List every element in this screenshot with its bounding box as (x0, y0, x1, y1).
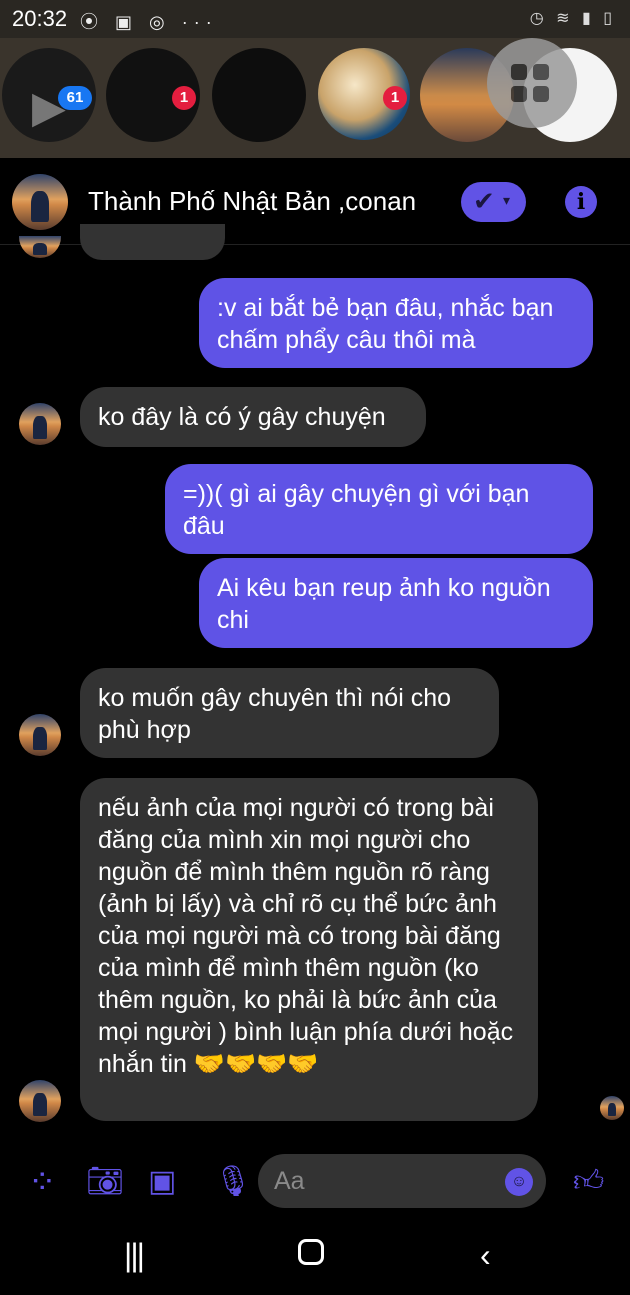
gallery-icon[interactable]: ▣ (148, 1164, 176, 1199)
sender-avatar (19, 1080, 61, 1122)
message-bubble-outgoing[interactable]: :v ai bắt bẻ bạn đâu, nhắc bạn chấm phẩy… (199, 278, 593, 368)
message-bubble-partial (80, 224, 225, 260)
message-bubble-outgoing[interactable]: =))( gì ai gây chuyện gì với bạn đâu (165, 464, 593, 554)
sender-avatar (19, 714, 61, 756)
contact-avatar[interactable] (12, 174, 68, 230)
read-status-button[interactable]: ✔ ▾ (461, 182, 526, 222)
message-bubble-incoming[interactable]: nếu ảnh của mọi người có trong bài đăng … (80, 778, 538, 1121)
back-icon[interactable]: ‹ (480, 1237, 491, 1274)
sender-avatar (19, 236, 61, 258)
unread-badge: 61 (58, 86, 92, 110)
chat-heads-bar: ▶ ⚡ 61 1 1 (0, 38, 630, 158)
mic-icon[interactable]: 🎙︎ (214, 1164, 252, 1199)
message-input[interactable] (258, 1154, 546, 1208)
emoji-icon[interactable]: ☺ (505, 1168, 533, 1196)
contact-name[interactable]: Thành Phố Nhật Bản ,conan (88, 186, 416, 217)
info-icon[interactable]: i (565, 186, 597, 218)
system-status-icons: ◷ ≋ ▮ ▯ (529, 10, 616, 27)
chevron-down-icon: ▾ (503, 192, 511, 208)
thumbs-up-icon[interactable]: 👍︎ (573, 1164, 604, 1200)
message-composer: ⁘ 📷︎ ▣ 🎙︎ ☺ 👍︎ (0, 1140, 630, 1223)
chat-panel: Thành Phố Nhật Bản ,conan ✔ ▾ i :v ai bắ… (0, 158, 630, 1223)
message-bubble-incoming[interactable]: ko đây là có ý gây chuyện (80, 387, 426, 447)
status-bar: 20:32 ⦿ ▣ ◎ ··· ◷ ≋ ▮ ▯ (0, 0, 630, 38)
message-bubble-outgoing[interactable]: Ai kêu bạn reup ảnh ko nguồn chi (199, 558, 593, 648)
chat-head-blank[interactable] (212, 48, 306, 142)
apps-grid-icon[interactable] (487, 38, 577, 128)
unread-badge: 1 (172, 86, 196, 110)
notification-icons: ⦿ ▣ ◎ ··· (80, 12, 218, 32)
read-receipt-avatar (600, 1096, 624, 1120)
unread-badge: 1 (383, 86, 407, 110)
check-icon: ✔ (473, 186, 495, 216)
message-bubble-incoming[interactable]: ko muốn gây chuyên thì nói cho phù hợp (80, 668, 499, 758)
status-time: 20:32 (12, 6, 68, 31)
system-nav-bar: ||| ‹ (0, 1223, 630, 1295)
sender-avatar (19, 403, 61, 445)
apps-icon[interactable]: ⁘ (28, 1162, 57, 1202)
camera-icon[interactable]: 📷︎ (86, 1164, 124, 1199)
recents-icon[interactable]: ||| (124, 1237, 145, 1274)
home-icon[interactable] (298, 1239, 324, 1265)
